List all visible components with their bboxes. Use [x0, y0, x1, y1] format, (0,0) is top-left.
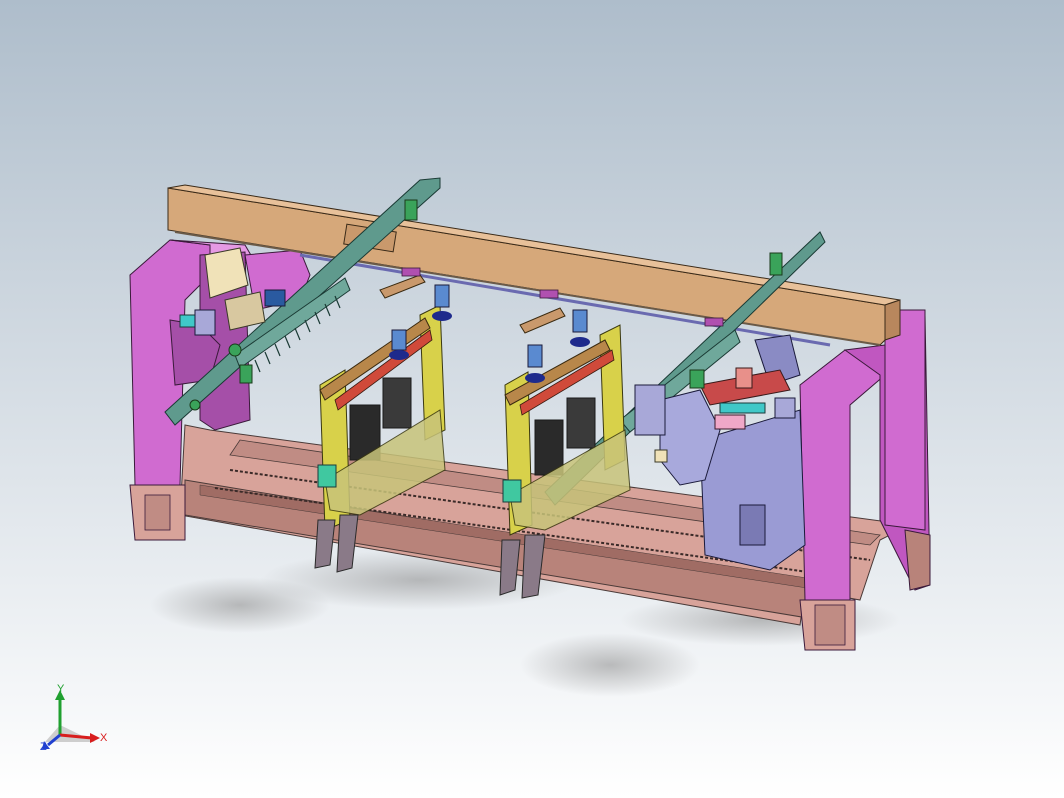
z-axis-label: Z	[40, 741, 47, 753]
model-canvas[interactable]: Y X Z	[0, 0, 1064, 798]
x-axis-label: X	[100, 732, 108, 744]
3d-model-viewport[interactable]: Y X Z	[0, 0, 1064, 798]
y-axis-label: Y	[57, 683, 65, 695]
